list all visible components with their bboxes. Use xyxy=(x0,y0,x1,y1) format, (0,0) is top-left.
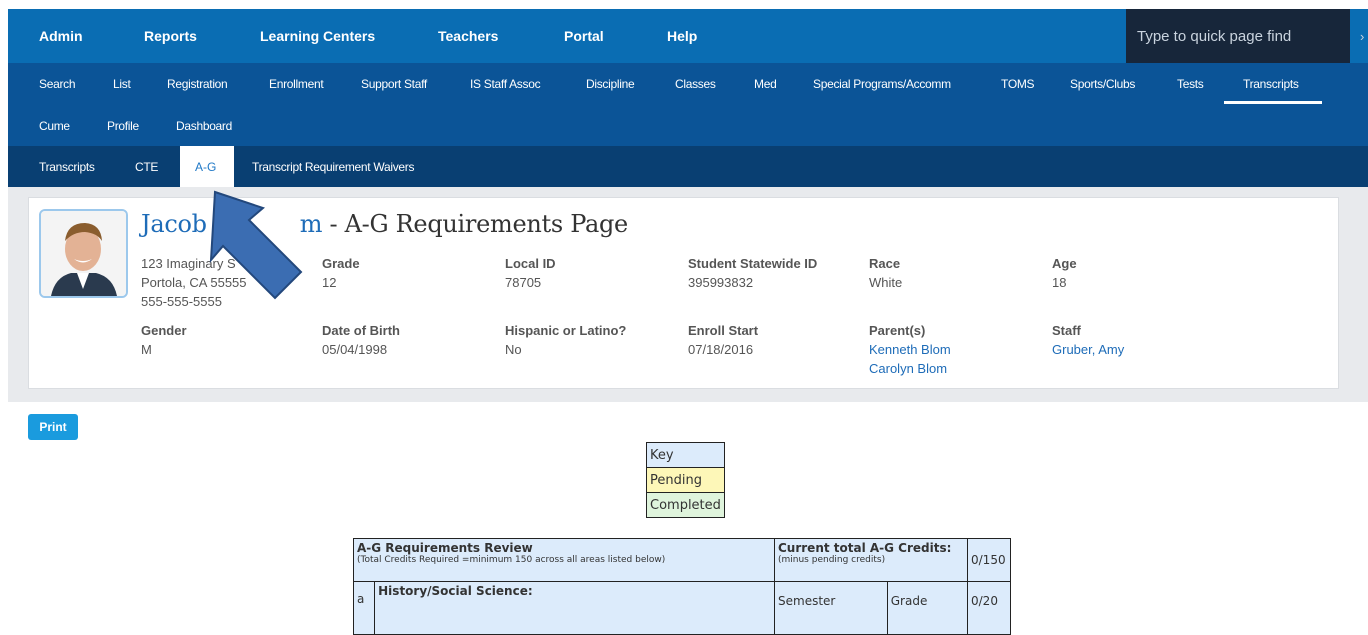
grade-value: 12 xyxy=(322,275,337,290)
requirements-table: A-G Requirements Review (Total Credits R… xyxy=(352,538,1011,635)
row-letter: a xyxy=(352,581,376,635)
tab-a-g[interactable]: A-G xyxy=(180,146,234,187)
parent-link[interactable]: Carolyn Blom xyxy=(869,361,947,376)
sub-nav: Search List Registration Enrollment Supp… xyxy=(8,63,1368,146)
dob-label: Date of Birth xyxy=(322,323,400,338)
quick-find xyxy=(1126,9,1350,63)
annotation-arrow-icon xyxy=(209,190,303,300)
tab-transcript-waivers[interactable]: Transcript Requirement Waivers xyxy=(252,160,414,174)
staff-label: Staff xyxy=(1052,323,1081,338)
age-label: Age xyxy=(1052,256,1077,271)
review-subtitle: (Total Credits Required =minimum 150 acr… xyxy=(357,555,666,565)
subnav-list[interactable]: List xyxy=(113,77,131,91)
student-name[interactable]: Jacob xyxy=(141,210,207,238)
subnav-sports-clubs[interactable]: Sports/Clubs xyxy=(1070,77,1135,91)
subnav-classes[interactable]: Classes xyxy=(675,77,716,91)
hispanic-value: No xyxy=(505,342,522,357)
staff-link[interactable]: Gruber, Amy xyxy=(1052,342,1124,357)
tab-a-g-label: A-G xyxy=(195,160,217,174)
local-id-value: 78705 xyxy=(505,275,542,290)
credits-label: Current total A-G Credits: xyxy=(778,541,952,555)
subnav-search[interactable]: Search xyxy=(39,77,76,91)
subnav-special-programs[interactable]: Special Programs/Accomm xyxy=(813,77,951,91)
avatar xyxy=(41,211,126,296)
page-title-suffix: - A-G Requirements Page xyxy=(322,210,628,238)
age-value: 18 xyxy=(1052,275,1067,290)
subnav-support-staff[interactable]: Support Staff xyxy=(361,77,427,91)
key-title: Key xyxy=(646,442,725,468)
student-photo xyxy=(39,209,128,298)
parent-link[interactable]: Kenneth Blom xyxy=(869,342,951,357)
nav-admin[interactable]: Admin xyxy=(39,9,83,63)
review-title: A-G Requirements Review xyxy=(357,541,533,555)
nav-teachers[interactable]: Teachers xyxy=(438,9,498,63)
enroll-start-label: Enroll Start xyxy=(688,323,759,338)
row-value: 0/20 xyxy=(967,581,1011,635)
quick-find-go[interactable]: › xyxy=(1350,9,1368,63)
gender-value: M xyxy=(141,342,152,357)
tab-bar: Transcripts CTE A-G Transcript Requireme… xyxy=(8,146,1368,187)
parents-label: Parent(s) xyxy=(869,323,926,338)
credits-sub: (minus pending credits) xyxy=(778,555,886,565)
grade-header: Grade xyxy=(886,581,969,635)
subnav-dashboard[interactable]: Dashboard xyxy=(176,119,232,133)
enroll-start-value: 07/18/2016 xyxy=(688,342,754,357)
tab-cte[interactable]: CTE xyxy=(135,160,158,174)
grade-label: Grade xyxy=(322,256,360,271)
race-label: Race xyxy=(869,256,901,271)
nav-help[interactable]: Help xyxy=(667,9,697,63)
subnav-tests[interactable]: Tests xyxy=(1177,77,1204,91)
credits-header: Current total A-G Credits: (minus pendin… xyxy=(774,538,968,582)
race-value: White xyxy=(869,275,903,290)
credits-value: 0/150 xyxy=(967,538,1011,582)
subnav-med[interactable]: Med xyxy=(754,77,777,91)
subnav-profile[interactable]: Profile xyxy=(107,119,139,133)
dob-value: 05/04/1998 xyxy=(322,342,388,357)
nav-learning-centers[interactable]: Learning Centers xyxy=(260,9,375,63)
hispanic-label: Hispanic or Latino? xyxy=(505,323,627,338)
subnav-transcripts[interactable]: Transcripts xyxy=(1243,77,1299,91)
subnav-registration[interactable]: Registration xyxy=(167,77,228,91)
key-table: Key Pending Completed xyxy=(646,442,725,518)
statewide-id-label: Student Statewide ID xyxy=(688,256,818,271)
active-indicator xyxy=(1224,101,1322,104)
nav-reports[interactable]: Reports xyxy=(144,9,197,63)
gender-label: Gender xyxy=(141,323,187,338)
tab-transcripts[interactable]: Transcripts xyxy=(39,160,95,174)
nav-portal[interactable]: Portal xyxy=(564,9,604,63)
subnav-enrollment[interactable]: Enrollment xyxy=(269,77,324,91)
quick-find-input[interactable] xyxy=(1126,9,1350,63)
subnav-is-staff-assoc[interactable]: IS Staff Assoc xyxy=(470,77,541,91)
semester-header: Semester xyxy=(774,581,888,635)
arrow-icon: › xyxy=(1360,29,1365,44)
key-pending: Pending xyxy=(646,467,725,493)
print-button[interactable]: Print xyxy=(28,414,78,440)
local-id-label: Local ID xyxy=(505,256,556,271)
subnav-toms[interactable]: TOMS xyxy=(1001,77,1035,91)
review-header: A-G Requirements Review (Total Credits R… xyxy=(353,538,775,582)
subnav-discipline[interactable]: Discipline xyxy=(586,77,635,91)
key-completed: Completed xyxy=(646,492,725,518)
row-title: History/Social Science: xyxy=(374,581,775,635)
statewide-id-value: 395993832 xyxy=(688,275,754,290)
subnav-cume[interactable]: Cume xyxy=(39,119,70,133)
